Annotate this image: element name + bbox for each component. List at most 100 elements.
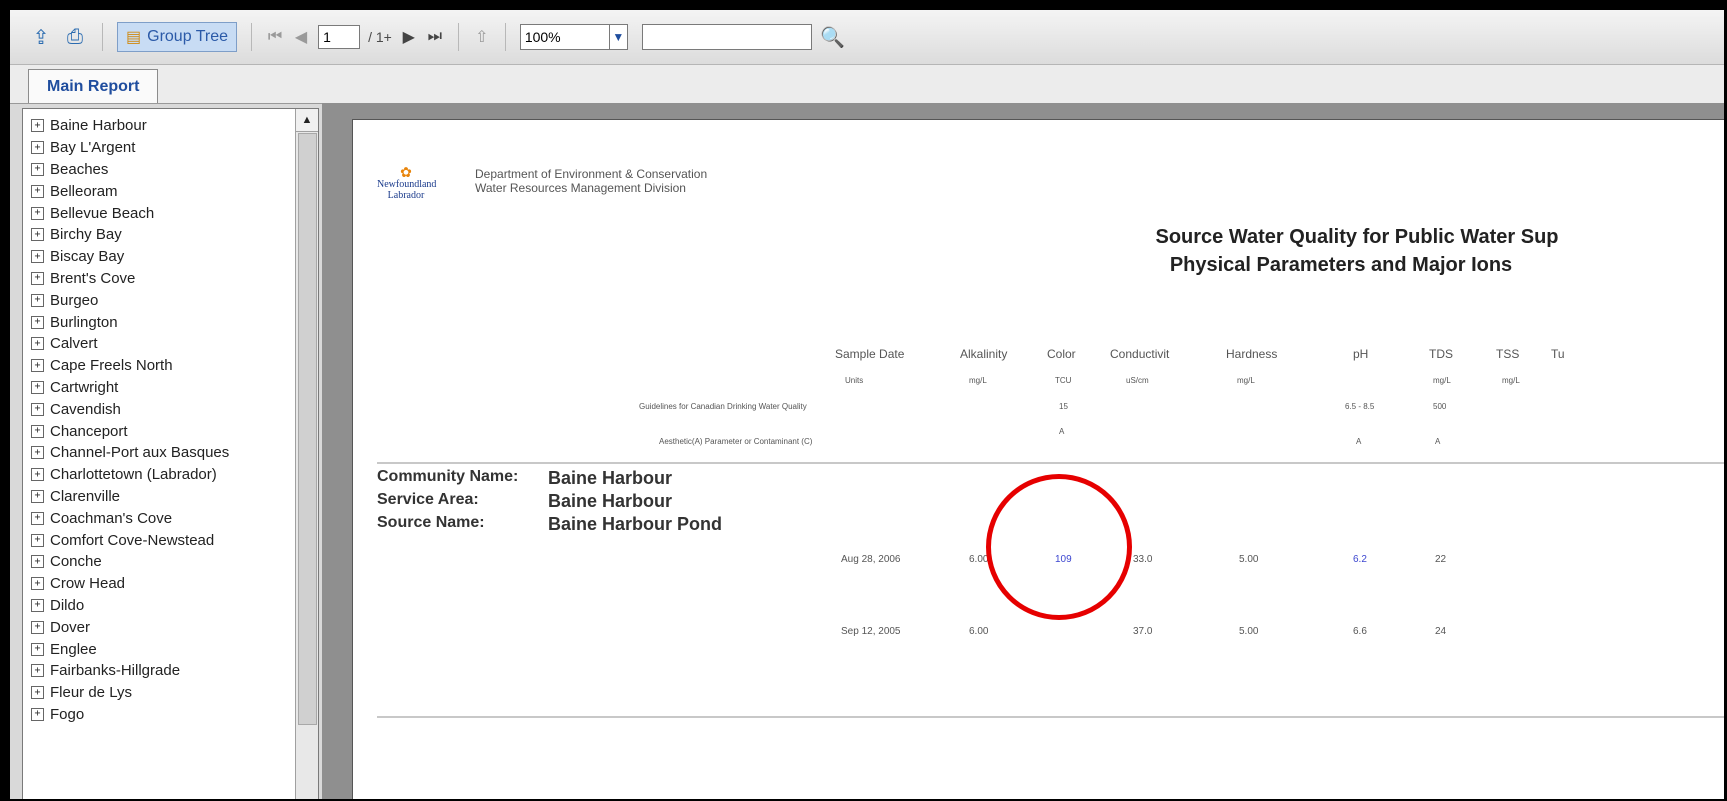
tree-item[interactable]: + Conche — [23, 551, 318, 573]
row1-ph: 6.2 — [1353, 554, 1367, 565]
expand-plus-icon[interactable]: + — [31, 424, 44, 438]
expand-plus-icon[interactable]: + — [31, 250, 44, 264]
unit-tds: mg/L — [1433, 376, 1451, 385]
last-page-icon[interactable]: ⏭ — [426, 28, 444, 46]
toolbar-divider — [457, 23, 459, 51]
zoom-select[interactable]: ▼ — [519, 24, 628, 50]
tree-item[interactable]: + Cape Freels North — [23, 355, 318, 377]
expand-plus-icon[interactable]: + — [31, 271, 44, 285]
col-tds: TDS — [1429, 347, 1453, 361]
expand-plus-icon[interactable]: + — [31, 642, 44, 656]
expand-plus-icon[interactable]: + — [31, 337, 44, 351]
scroll-up-icon[interactable]: ▲ — [296, 109, 318, 132]
tab-main-report[interactable]: Main Report — [28, 69, 159, 103]
previous-page-icon[interactable]: ◀ — [292, 27, 310, 47]
tree-item[interactable]: + Calvert — [23, 333, 318, 355]
col-color: Color — [1047, 347, 1076, 361]
tree-item[interactable]: + Chanceport — [23, 420, 318, 442]
tree-item[interactable]: + Burlington — [23, 311, 318, 333]
expand-plus-icon[interactable]: + — [31, 446, 44, 460]
expand-plus-icon[interactable]: + — [31, 206, 44, 220]
expand-plus-icon[interactable]: + — [31, 141, 44, 155]
tab-label: Main Report — [47, 77, 140, 95]
tree-item[interactable]: + Crow Head — [23, 573, 318, 595]
unit-conductivity: uS/cm — [1126, 376, 1149, 385]
expand-plus-icon[interactable]: + — [31, 228, 44, 242]
tree-item-label: Chanceport — [50, 422, 128, 440]
tree-item[interactable]: + Coachman's Cove — [23, 507, 318, 529]
tree-item[interactable]: + Charlottetown (Labrador) — [23, 464, 318, 486]
drill-up-icon[interactable]: ⇧ — [473, 27, 491, 47]
expand-plus-icon[interactable]: + — [31, 380, 44, 394]
expand-plus-icon[interactable]: + — [31, 468, 44, 482]
scrollbar[interactable]: ▲ — [295, 109, 318, 799]
expand-plus-icon[interactable]: + — [31, 533, 44, 547]
print-icon[interactable]: ⎙ — [62, 24, 88, 50]
toolbar-divider — [251, 23, 253, 51]
tree-item[interactable]: + Bay L'Argent — [23, 137, 318, 159]
scroll-thumb[interactable] — [298, 133, 317, 725]
next-page-icon[interactable]: ▶ — [400, 27, 418, 47]
expand-plus-icon[interactable]: + — [31, 707, 44, 721]
tree-item[interactable]: + Belleoram — [23, 180, 318, 202]
tree-item-label: Cape Freels North — [50, 357, 173, 375]
tree-item[interactable]: + Cavendish — [23, 398, 318, 420]
tree-item[interactable]: + Baine Harbour — [23, 115, 318, 137]
expand-plus-icon[interactable]: + — [31, 555, 44, 569]
tree-item[interactable]: + Fairbanks-Hillgrade — [23, 660, 318, 682]
tree-item[interactable]: + Clarenville — [23, 486, 318, 508]
expand-plus-icon[interactable]: + — [31, 293, 44, 307]
expand-plus-icon[interactable]: + — [31, 162, 44, 176]
expand-plus-icon[interactable]: + — [31, 686, 44, 700]
tree-item[interactable]: + Fogo — [23, 704, 318, 726]
tree-item[interactable]: + Birchy Bay — [23, 224, 318, 246]
group-tree-button[interactable]: ▤ Group Tree — [117, 22, 238, 52]
page-number-input[interactable] — [318, 25, 361, 49]
expand-plus-icon[interactable]: + — [31, 620, 44, 634]
expand-plus-icon[interactable]: + — [31, 359, 44, 373]
group-tree-panel: + Baine Harbour + Bay L'Argent + Beaches + Bell… — [22, 108, 319, 799]
col-sample-date: Sample Date — [835, 347, 905, 361]
tree-item-label: Burlington — [50, 313, 118, 331]
expand-plus-icon[interactable]: + — [31, 315, 44, 329]
expand-plus-icon[interactable]: + — [31, 119, 44, 133]
tree-item[interactable]: + Englee — [23, 638, 318, 660]
col-tss: TSS — [1496, 347, 1520, 361]
search-input[interactable] — [641, 24, 812, 50]
chevron-down-icon[interactable]: ▼ — [609, 24, 628, 50]
first-page-icon[interactable]: ⏮ — [266, 28, 284, 46]
expand-plus-icon[interactable]: + — [31, 402, 44, 416]
expand-plus-icon[interactable]: + — [31, 184, 44, 198]
tree-item[interactable]: + Brent's Cove — [23, 268, 318, 290]
department-header: Department of Environment & Conservation… — [475, 167, 707, 195]
tree-item[interactable]: + Burgeo — [23, 289, 318, 311]
tree-item[interactable]: + Cartwright — [23, 377, 318, 399]
expand-plus-icon[interactable]: + — [31, 664, 44, 678]
expand-plus-icon[interactable]: + — [31, 511, 44, 525]
export-icon[interactable]: ⇪ — [28, 24, 54, 50]
row2-conductivity: 37.0 — [1133, 626, 1153, 637]
flag-color: A — [1059, 427, 1065, 436]
tree-item[interactable]: + Comfort Cove-Newstead — [23, 529, 318, 551]
tree-item[interactable]: + Beaches — [23, 159, 318, 181]
toolbar-divider — [504, 23, 506, 51]
page-total: / 1+ — [368, 29, 392, 45]
tree-item[interactable]: + Bellevue Beach — [23, 202, 318, 224]
search-binoculars-icon[interactable]: 🔍 — [820, 24, 846, 50]
zoom-input[interactable] — [519, 24, 610, 50]
col-hardness: Hardness — [1226, 347, 1278, 361]
tree-item[interactable]: + Fleur de Lys — [23, 682, 318, 704]
logo-text: Newfoundland Labrador — [377, 179, 437, 201]
expand-plus-icon[interactable]: + — [31, 598, 44, 612]
guideline-tds: 500 — [1433, 402, 1447, 411]
expand-plus-icon[interactable]: + — [31, 489, 44, 503]
service-area-label: Service Area: — [377, 491, 479, 508]
tree-item[interactable]: + Biscay Bay — [23, 246, 318, 268]
tree-item[interactable]: + Channel-Port aux Basques — [23, 442, 318, 464]
tree-item[interactable]: + Dover — [23, 616, 318, 638]
guideline-color: 15 — [1059, 402, 1068, 411]
expand-plus-icon[interactable]: + — [31, 577, 44, 591]
footer-divider — [377, 716, 1724, 718]
tree-item[interactable]: + Dildo — [23, 595, 318, 617]
unit-color: TCU — [1055, 376, 1072, 385]
